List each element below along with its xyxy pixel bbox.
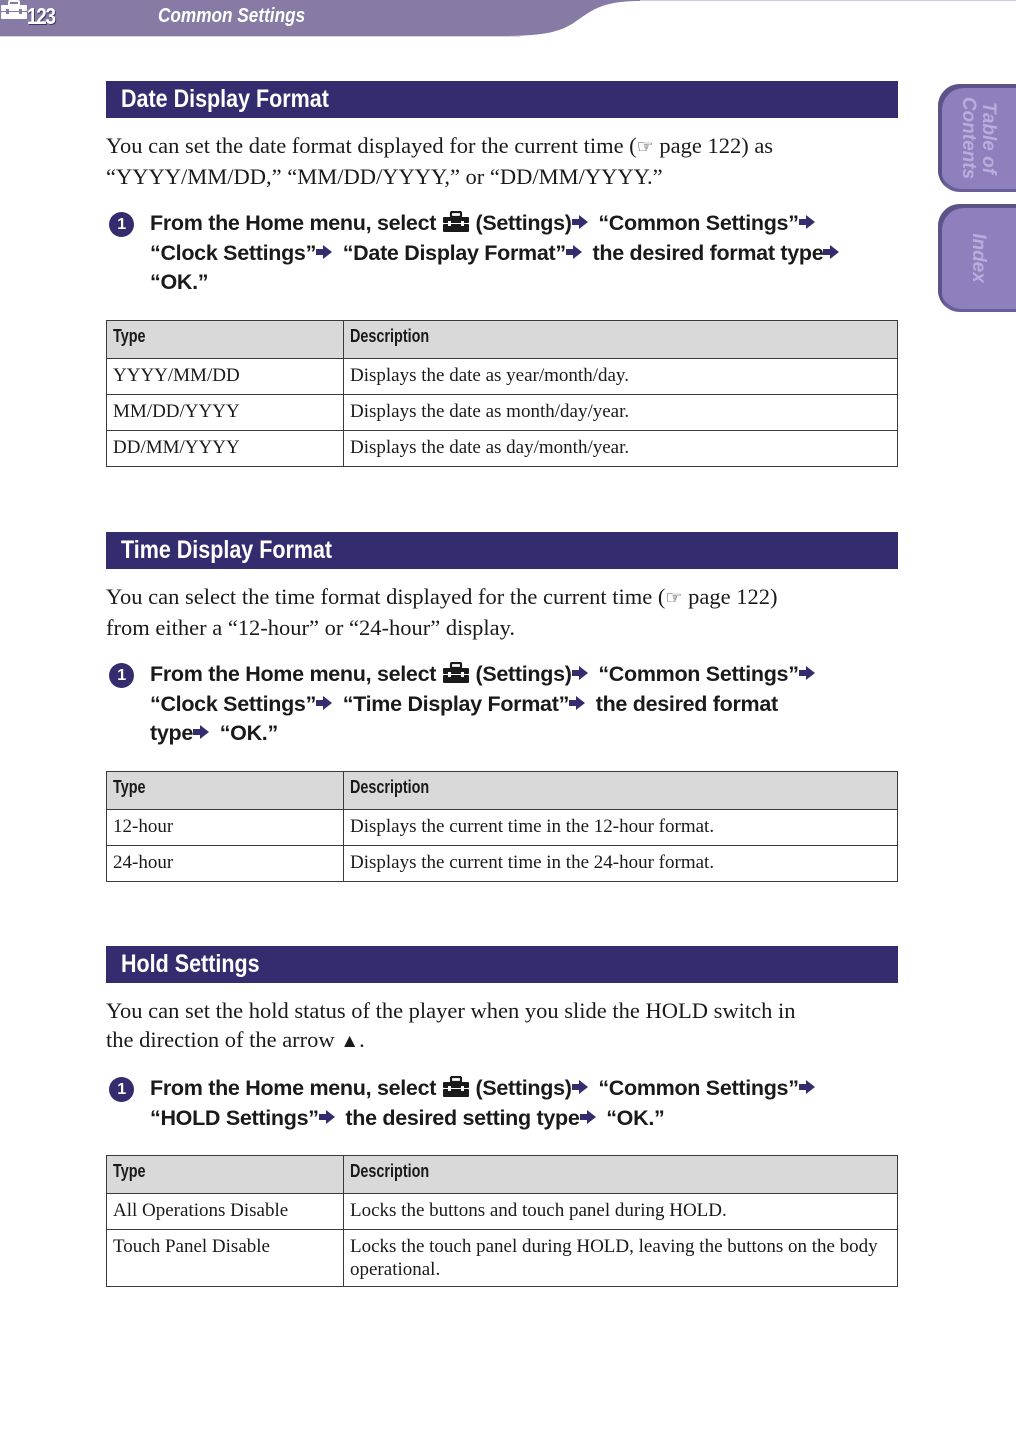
table-header-row: Type Description xyxy=(106,1155,898,1194)
index-tab[interactable]: Index xyxy=(938,204,1016,312)
section-heading: Time Display Format xyxy=(106,532,898,569)
table-header-row: Type Description xyxy=(106,770,898,810)
section-intro: You can set the hold status of the playe… xyxy=(106,998,796,1052)
arrow-right-icon xyxy=(579,1109,596,1124)
section-time-display-format: Time Display Format You can select the t… xyxy=(106,532,898,882)
section-intro: You can set the date format displayed fo… xyxy=(106,133,774,189)
page-reference-link[interactable]: page 122) as xyxy=(654,133,773,158)
options-table: Type Description 12-hour Displays the cu… xyxy=(106,770,898,882)
arrow-right-icon xyxy=(565,244,582,259)
column-header-type: Type xyxy=(106,770,344,810)
section-date-display-format: Date Display Format You can set the date… xyxy=(106,81,898,467)
type-cell: MM/DD/YYYY xyxy=(106,393,344,431)
section-heading: Date Display Format xyxy=(106,81,898,118)
table-row: 24-hour Displays the current time in the… xyxy=(106,844,898,882)
description-cell: Locks the touch panel during HOLD, leavi… xyxy=(343,1229,898,1287)
table-of-contents-label: Table of Contents xyxy=(958,96,999,180)
header-section-title: Common Settings xyxy=(158,5,306,27)
step-number-badge: 1 xyxy=(109,212,134,237)
column-header-type: Type xyxy=(106,319,344,359)
up-triangle-icon: ▲ xyxy=(340,1031,360,1052)
table-row: MM/DD/YYYY Displays the date as month/da… xyxy=(106,393,898,431)
header-band xyxy=(0,0,1016,37)
arrow-right-icon xyxy=(316,695,333,710)
page-reference-link[interactable]: page 122) xyxy=(682,584,777,609)
section-heading: Hold Settings xyxy=(106,946,898,983)
arrow-right-icon xyxy=(316,244,333,259)
description-cell: Displays the date as year/month/day. xyxy=(343,357,898,395)
table-of-contents-tab[interactable]: Table of Contents xyxy=(938,84,1016,192)
table-row: 12-hour Displays the current time in the… xyxy=(106,808,898,846)
step-instruction: 1 From the Home menu, select (Settings) … xyxy=(106,1074,898,1133)
type-cell: 24-hour xyxy=(106,844,344,882)
options-table: Type Description All Operations Disable … xyxy=(106,1155,898,1287)
description-cell: Displays the date as day/month/year. xyxy=(343,429,898,467)
arrow-right-icon xyxy=(823,244,840,259)
arrow-right-icon xyxy=(571,215,588,229)
description-cell: Displays the current time in the 12-hour… xyxy=(343,808,898,846)
options-table: Type Description YYYY/MM/DD Displays the… xyxy=(106,319,898,467)
type-cell: 12-hour xyxy=(106,808,344,846)
step-number-badge: 1 xyxy=(109,1077,134,1102)
arrow-right-icon xyxy=(571,1080,588,1094)
table-row: All Operations Disable Locks the buttons… xyxy=(106,1193,898,1230)
index-label: Index xyxy=(968,233,989,283)
step-number-badge: 1 xyxy=(109,663,134,688)
table-row: YYYY/MM/DD Displays the date as year/mon… xyxy=(106,357,898,395)
arrow-right-icon xyxy=(798,666,815,680)
table-header-row: Type Description xyxy=(106,319,898,359)
settings-toolbox-icon xyxy=(442,662,469,683)
type-cell: DD/MM/YYYY xyxy=(106,429,344,467)
page-number: 123 xyxy=(27,3,56,29)
section-intro: You can select the time format displayed… xyxy=(106,584,778,640)
arrow-right-icon xyxy=(571,666,588,680)
description-cell: Displays the date as month/day/year. xyxy=(343,393,898,431)
step-instruction: 1 From the Home menu, select (Settings) … xyxy=(106,660,898,749)
arrow-right-icon xyxy=(798,215,815,229)
description-cell: Locks the buttons and touch panel during… xyxy=(343,1193,898,1230)
step-instruction: 1 From the Home menu, select (Settings) … xyxy=(106,209,898,298)
pointing-hand-icon: ☞ xyxy=(665,588,683,609)
column-header-description: Description xyxy=(343,319,898,359)
type-cell: YYYY/MM/DD xyxy=(106,357,344,395)
page-header: 123 Common Settings xyxy=(0,0,1016,40)
arrow-right-icon xyxy=(569,695,586,710)
table-row: DD/MM/YYYY Displays the date as day/mont… xyxy=(106,429,898,467)
toolbox-icon xyxy=(1,0,27,19)
arrow-right-icon xyxy=(798,1080,815,1094)
type-cell: Touch Panel Disable xyxy=(106,1229,344,1287)
type-cell: All Operations Disable xyxy=(106,1193,344,1230)
arrow-right-icon xyxy=(318,1109,335,1124)
section-hold-settings: Hold Settings You can set the hold statu… xyxy=(106,946,898,1287)
table-row: Touch Panel Disable Locks the touch pane… xyxy=(106,1229,898,1287)
settings-toolbox-icon xyxy=(442,211,469,232)
column-header-description: Description xyxy=(343,1155,898,1194)
column-header-description: Description xyxy=(343,770,898,810)
description-cell: Displays the current time in the 24-hour… xyxy=(343,844,898,882)
pointing-hand-icon: ☞ xyxy=(636,137,654,158)
column-header-type: Type xyxy=(106,1155,344,1194)
arrow-right-icon xyxy=(193,725,210,739)
settings-toolbox-icon xyxy=(442,1076,469,1097)
